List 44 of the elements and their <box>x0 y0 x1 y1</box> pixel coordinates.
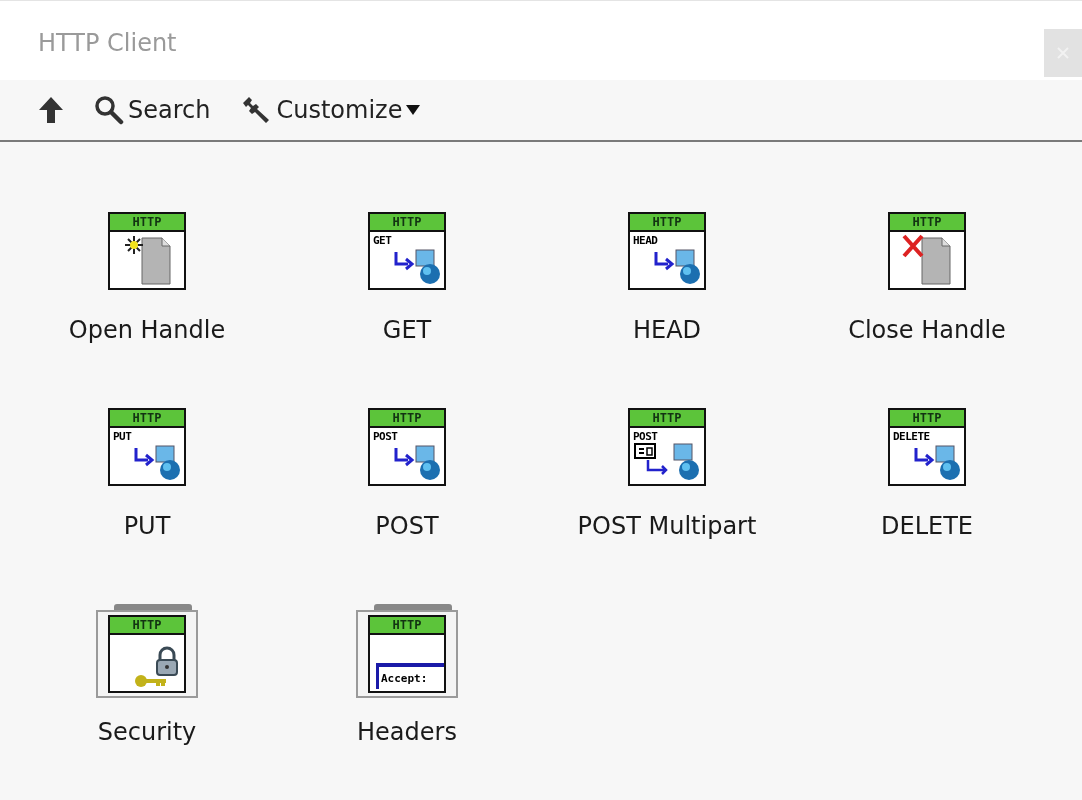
item-label: Close Handle <box>848 316 1006 344</box>
tile-badge: HTTP <box>110 617 184 635</box>
method-label: HEAD <box>633 235 658 247</box>
up-arrow-icon <box>38 95 64 124</box>
item-label: POST <box>375 512 439 540</box>
tile-badge: HTTP <box>110 410 184 428</box>
search-button[interactable]: Search <box>94 94 211 125</box>
function-tile[interactable]: HTTP HEAD <box>628 212 706 290</box>
function-tile[interactable]: HTTP POST <box>628 408 706 486</box>
method-label: GET <box>373 235 392 247</box>
item-label: Headers <box>357 718 457 746</box>
item-label: HEAD <box>632 316 702 344</box>
item-label: GET <box>382 316 432 344</box>
tile-badge: HTTP <box>890 214 964 232</box>
function-tile[interactable]: HTTP <box>888 212 966 290</box>
tile-badge: HTTP <box>630 214 704 232</box>
search-icon <box>94 94 124 125</box>
header-field: Accept: <box>376 663 444 689</box>
method-label: PUT <box>113 431 132 443</box>
tile-badge: HTTP <box>370 214 444 232</box>
tile-badge: HTTP <box>110 214 184 232</box>
tile-badge: HTTP <box>890 410 964 428</box>
tile-badge: HTTP <box>630 410 704 428</box>
item-label: POST Multipart <box>577 512 757 540</box>
method-label: DELETE <box>893 431 930 443</box>
tile-badge: HTTP <box>370 617 444 635</box>
window-title: HTTP Client <box>38 29 177 57</box>
function-tile[interactable]: HTTP <box>108 615 186 693</box>
item-label: PUT <box>123 512 171 540</box>
customize-button[interactable]: Customize <box>240 93 421 126</box>
function-tile[interactable]: HTTP PUT <box>108 408 186 486</box>
item-label: Open Handle <box>68 316 226 344</box>
up-button[interactable] <box>38 95 64 124</box>
method-label: POST <box>633 431 658 443</box>
item-label: Security <box>97 718 197 746</box>
tile-badge: HTTP <box>370 410 444 428</box>
method-label: POST <box>373 431 398 443</box>
function-tile[interactable]: HTTP DELETE <box>888 408 966 486</box>
function-tile[interactable]: HTTP POST <box>368 408 446 486</box>
function-tile[interactable]: HTTP <box>108 212 186 290</box>
item-label: DELETE <box>881 512 973 540</box>
function-tile[interactable]: HTTP GET <box>368 212 446 290</box>
function-tile[interactable]: HTTP Accept: <box>368 615 446 693</box>
caret-icon <box>406 104 421 115</box>
